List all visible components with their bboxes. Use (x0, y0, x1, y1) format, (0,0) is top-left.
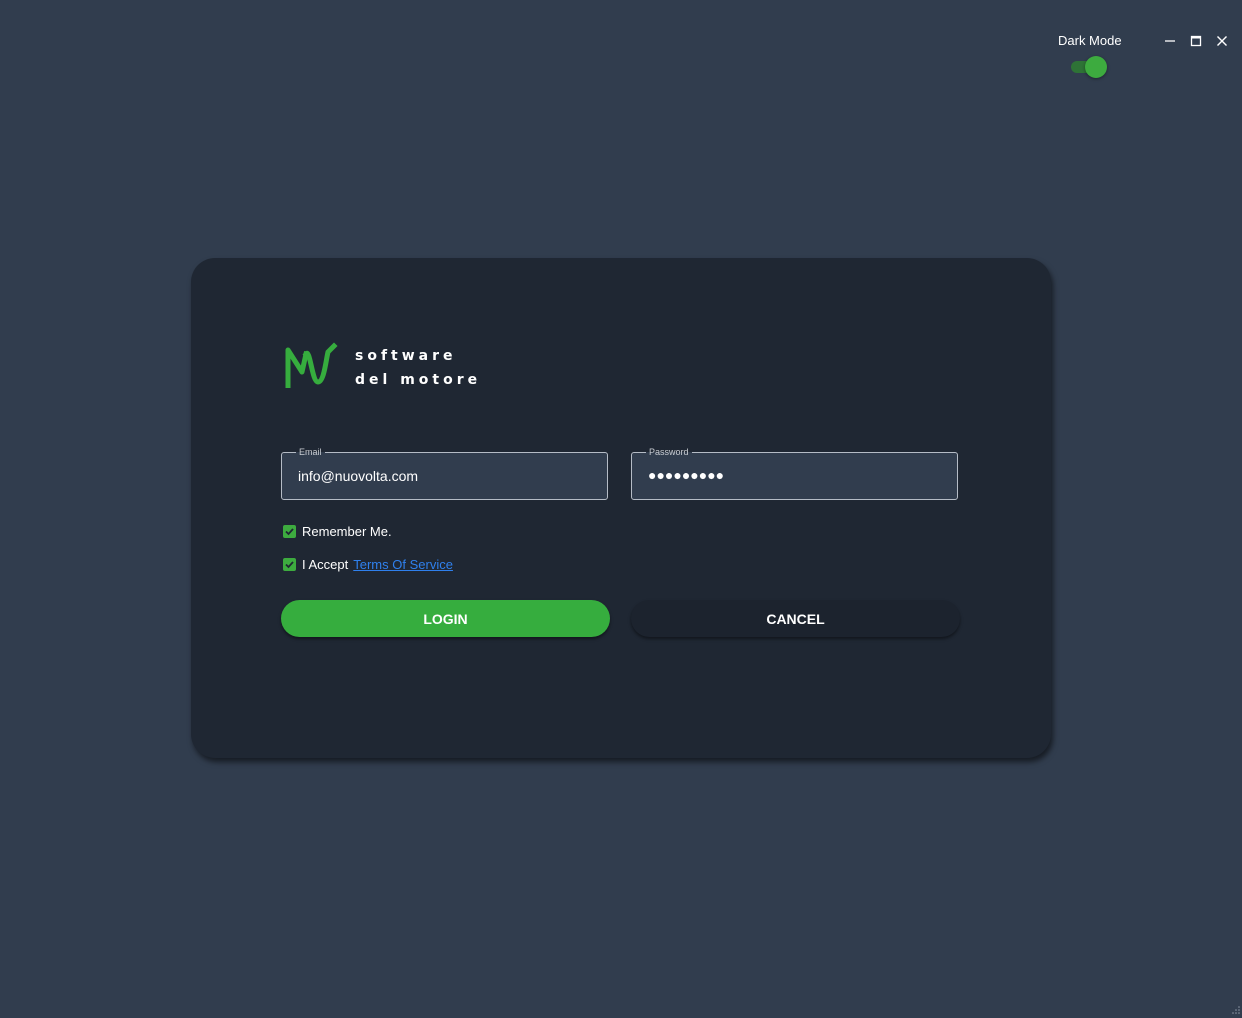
accept-terms-label: I Accept (302, 557, 349, 572)
dark-mode-toggle[interactable] (1069, 56, 1107, 78)
brand-logo: software del motore (284, 342, 484, 392)
accept-terms-row: I Accept Terms Of Service (283, 557, 453, 572)
toggle-thumb (1085, 56, 1107, 78)
dark-mode-label: Dark Mode (1058, 33, 1122, 48)
terms-of-service-link[interactable]: Terms Of Service (353, 557, 453, 572)
accept-terms-checkbox[interactable] (283, 558, 296, 571)
maximize-button[interactable] (1187, 32, 1205, 50)
login-card: software del motore Email info@nuovolta.… (191, 258, 1051, 758)
close-button[interactable] (1213, 32, 1231, 50)
email-label: Email (296, 445, 325, 459)
resize-grip-icon[interactable] (1230, 1006, 1240, 1016)
password-value: ●●●●●●●●● (648, 467, 725, 483)
checkmark-icon (285, 528, 294, 536)
logo-line-2: del motore (355, 372, 482, 388)
close-icon (1217, 36, 1227, 46)
email-field[interactable]: Email info@nuovolta.com (281, 445, 608, 500)
login-button[interactable]: LOGIN (281, 600, 610, 637)
logo-text: software del motore (355, 344, 481, 392)
remember-me-label: Remember Me. (302, 524, 392, 539)
minimize-button[interactable] (1161, 32, 1179, 50)
login-window: Dark Mode software del motore Email info… (0, 0, 1242, 1018)
checkmark-icon (285, 561, 294, 569)
password-label: Password (646, 445, 692, 459)
cancel-button[interactable]: CANCEL (631, 600, 960, 637)
logo-line-1: software (355, 348, 457, 364)
nv-logo-mark-icon (285, 342, 338, 389)
remember-me-row: Remember Me. (283, 524, 392, 539)
maximize-icon (1190, 35, 1202, 47)
email-value: info@nuovolta.com (298, 468, 419, 484)
remember-me-checkbox[interactable] (283, 525, 296, 538)
password-field[interactable]: Password ●●●●●●●●● (631, 445, 958, 500)
minimize-icon (1165, 40, 1175, 42)
